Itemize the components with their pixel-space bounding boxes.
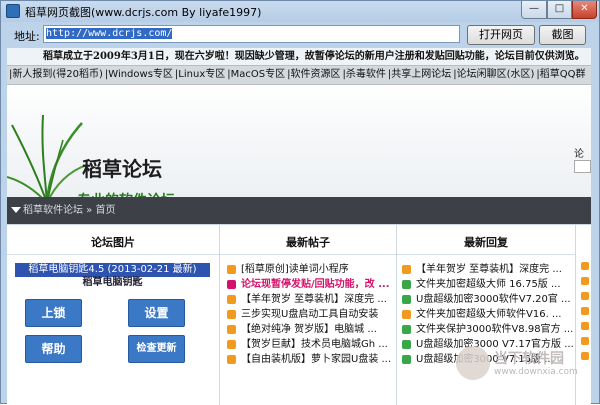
post-bullet-icon bbox=[227, 310, 236, 319]
screenshot-button[interactable]: 截图 bbox=[539, 25, 586, 45]
grass-logo-icon bbox=[7, 114, 87, 204]
reply-bullet-icon bbox=[402, 310, 411, 319]
reply-link[interactable]: 文件夹保护3000软件V8.98官方 ... bbox=[402, 322, 577, 337]
slide-title[interactable]: 稻草电脑钥匙4.5 (2013-02-21 最新) bbox=[15, 263, 210, 277]
reply-title: 文件夹加密超级大师 16.75版 ... bbox=[416, 279, 561, 290]
nav-link[interactable]: |Linux专区 bbox=[175, 69, 225, 80]
strip-bullet-icon bbox=[581, 262, 589, 270]
watermark-url: www.downxia.com bbox=[494, 367, 578, 377]
watermark: 当下软件园 www.downxia.com bbox=[456, 343, 596, 387]
lock-tool-button[interactable]: 上锁 bbox=[25, 299, 82, 327]
col-head-images: 论坛图片 bbox=[7, 231, 219, 255]
strip-bullet-icon bbox=[581, 307, 589, 315]
post-link[interactable]: 【羊年贺岁 至尊装机】深度完 ... bbox=[227, 292, 397, 307]
close-button[interactable]: ✕ bbox=[572, 1, 597, 19]
reply-bullet-icon bbox=[402, 340, 411, 349]
reply-bullet-icon bbox=[402, 355, 411, 364]
col-head-replies: 最新回复 bbox=[397, 231, 575, 255]
reply-link[interactable]: 【羊年贺岁 至尊装机】深度完 ... bbox=[402, 262, 577, 277]
post-bullet-icon bbox=[227, 355, 236, 364]
reply-title: 文件夹保护3000软件V8.98官方 ... bbox=[416, 324, 574, 335]
site-notice: 稻草成立于2009年3月1日，现在六岁啦！现因缺少管理，故暂停论坛的新用户注册和… bbox=[7, 48, 591, 65]
post-title: 【绝对纯净 贺岁版】电脑城 ... bbox=[241, 324, 377, 335]
post-title: 【贺岁巨献】技术员电脑城Gh ... bbox=[241, 339, 388, 350]
side-label: 论 bbox=[574, 149, 584, 160]
post-title: [稻草原创]读单词小程序 bbox=[241, 264, 349, 275]
nav-link[interactable]: |MacOS专区 bbox=[227, 69, 285, 80]
reply-bullet-icon bbox=[402, 280, 411, 289]
app-icon bbox=[6, 4, 20, 18]
col-head-posts: 最新帖子 bbox=[220, 231, 396, 255]
nav-link[interactable]: |Windows专区 bbox=[105, 69, 173, 80]
title-bar[interactable]: 稻草网页截图(www.dcrjs.com By liyafe1997) — □ … bbox=[1, 1, 599, 22]
site-nav: |新人报到(得20稻币) |Windows专区 |Linux专区 |MacOS专区 |软… bbox=[7, 65, 591, 85]
watermark-logo-icon bbox=[456, 346, 490, 380]
reply-bullet-icon bbox=[402, 265, 411, 274]
nav-link[interactable]: |共享上网论坛 bbox=[388, 69, 451, 80]
app-window: 稻草网页截图(www.dcrjs.com By liyafe1997) — □ … bbox=[0, 0, 600, 405]
maximize-button[interactable]: □ bbox=[547, 1, 572, 19]
reply-title: 文件夹加密超级大师软件V16. ... bbox=[416, 309, 562, 320]
nav-link[interactable]: |软件资源区 bbox=[287, 69, 340, 80]
settings-tool-button[interactable]: 设置 bbox=[128, 299, 185, 327]
watermark-text: 当下软件园 bbox=[494, 351, 564, 367]
reply-link[interactable]: 文件夹加密超级大师 16.75版 ... bbox=[402, 277, 577, 292]
post-link[interactable]: 【绝对纯净 贺岁版】电脑城 ... bbox=[227, 322, 397, 337]
post-title: 论坛现暂停发贴/回贴功能，改 ... bbox=[241, 279, 390, 290]
nav-link[interactable]: |稻草QQ群 bbox=[536, 69, 585, 80]
post-link[interactable]: 【贺岁巨献】技术员电脑城Gh ... bbox=[227, 337, 397, 352]
address-value: http://www.dcrjs.com/ bbox=[46, 28, 173, 39]
site-notice-text: 稻草成立于2009年3月1日，现在六岁啦！现因缺少管理，故暂停论坛的新用户注册和… bbox=[43, 51, 585, 62]
nav-link[interactable]: |论坛闲聊区(水区) bbox=[453, 69, 534, 80]
site-logo-text: 稻草论坛 bbox=[82, 157, 162, 181]
post-link[interactable]: 三步实现U盘启动工具自动安装 bbox=[227, 307, 397, 322]
address-label: 地址: bbox=[14, 30, 40, 43]
post-link[interactable]: 【自由装机版】萝卜家园U盘装 ... bbox=[227, 352, 397, 367]
post-title: 三步实现U盘启动工具自动安装 bbox=[241, 309, 379, 320]
reply-link[interactable]: 文件夹加密超级大师软件V16. ... bbox=[402, 307, 577, 322]
strip-bullet-icon bbox=[581, 292, 589, 300]
address-input[interactable]: http://www.dcrjs.com/ bbox=[43, 25, 460, 43]
slide-subtitle: 稻草电脑钥匙 bbox=[82, 277, 143, 288]
post-link[interactable]: 论坛现暂停发贴/回贴功能，改 ... bbox=[227, 277, 397, 292]
help-tool-button[interactable]: 帮助 bbox=[25, 335, 82, 363]
nav-link[interactable]: |新人报到(得20稻币) bbox=[9, 69, 103, 80]
nav-link[interactable]: |杀毒软件 bbox=[342, 69, 385, 80]
post-bullet-icon bbox=[227, 265, 236, 274]
side-input[interactable] bbox=[574, 160, 591, 173]
post-bullet-icon bbox=[227, 340, 236, 349]
reply-title: U盘超级加密3000软件V7.20官 ... bbox=[416, 294, 571, 305]
reply-title: 【羊年贺岁 至尊装机】深度完 ... bbox=[416, 264, 562, 275]
reply-bullet-icon bbox=[402, 295, 411, 304]
post-bullet-icon bbox=[227, 295, 236, 304]
latest-posts-list: [稻草原创]读单词小程序论坛现暂停发贴/回贴功能，改 ... 【羊年贺岁 至尊装机… bbox=[227, 262, 397, 367]
minimize-button[interactable]: — bbox=[521, 1, 547, 19]
reply-bullet-icon bbox=[402, 325, 411, 334]
breadcrumb-text[interactable]: 稻草软件论坛 » 首页 bbox=[23, 205, 115, 216]
strip-bullet-icon bbox=[581, 277, 589, 285]
caret-down-icon bbox=[11, 207, 21, 213]
post-bullet-icon bbox=[227, 325, 236, 334]
reply-link[interactable]: U盘超级加密3000软件V7.20官 ... bbox=[402, 292, 577, 307]
post-bullet-icon bbox=[227, 280, 236, 289]
open-page-button[interactable]: 打开网页 bbox=[467, 25, 535, 45]
post-title: 【羊年贺岁 至尊装机】深度完 ... bbox=[241, 294, 387, 305]
strip-bullet-icon bbox=[581, 322, 589, 330]
window-title: 稻草网页截图(www.dcrjs.com By liyafe1997) bbox=[25, 6, 262, 19]
update-tool-button[interactable]: 检查更新 bbox=[128, 335, 185, 363]
post-title: 【自由装机版】萝卜家园U盘装 ... bbox=[241, 354, 392, 365]
post-link[interactable]: [稻草原创]读单词小程序 bbox=[227, 262, 397, 277]
breadcrumb: 稻草软件论坛 » 首页 bbox=[7, 197, 591, 224]
